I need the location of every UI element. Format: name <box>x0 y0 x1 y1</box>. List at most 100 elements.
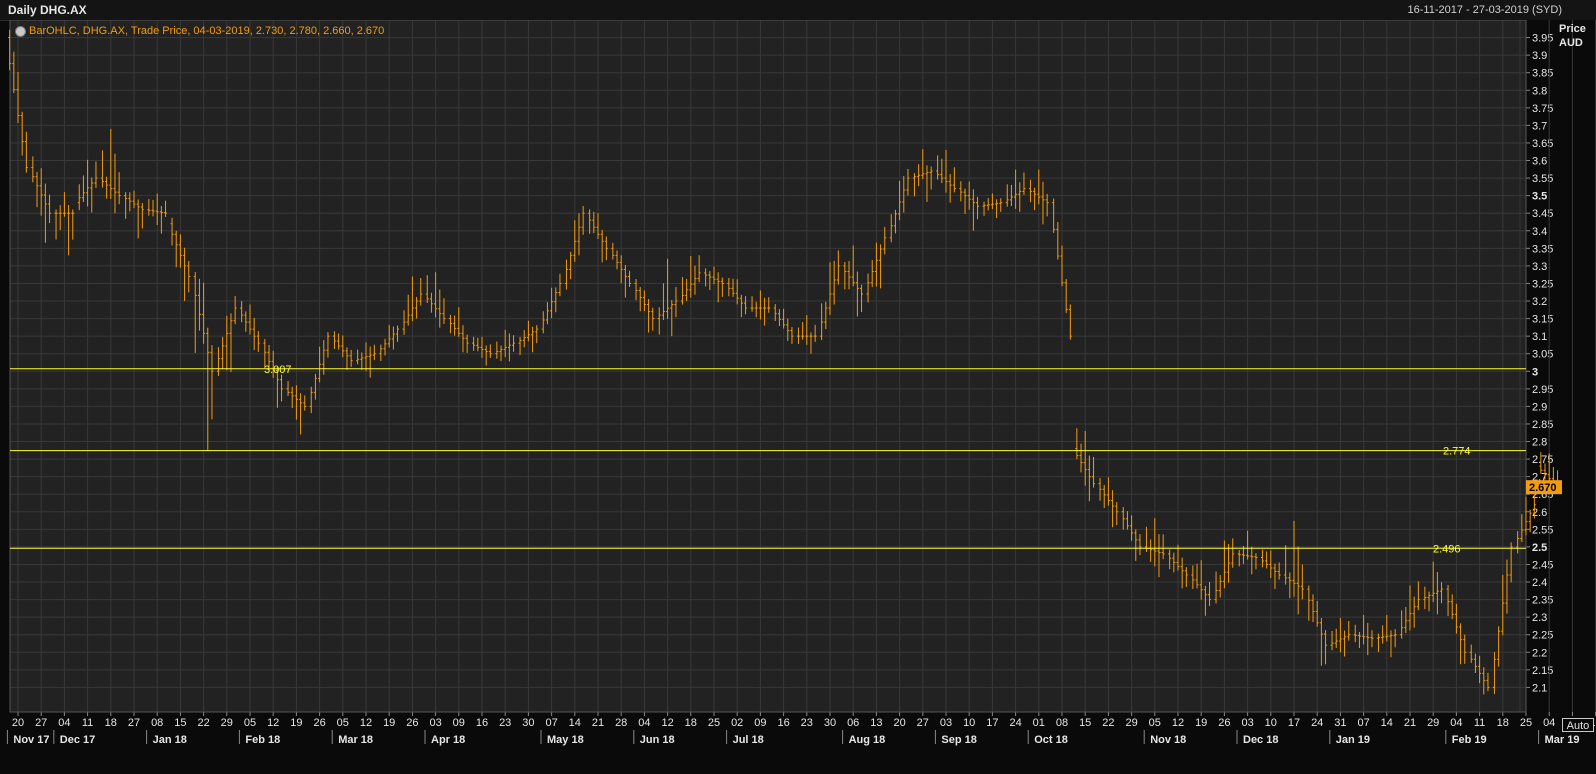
x-month-label: Apr 18 <box>431 734 465 746</box>
x-day-label: 27 <box>917 717 929 729</box>
axis-unit-line1: Price <box>1559 23 1586 35</box>
x-month-label: Jan 18 <box>153 734 187 746</box>
x-day-label: 04 <box>1543 717 1555 729</box>
x-day-label: 17 <box>986 717 998 729</box>
x-day-label: 04 <box>1450 717 1462 729</box>
x-day-label: 26 <box>406 717 418 729</box>
x-day-label: 26 <box>313 717 325 729</box>
y-tick-label: 3.35 <box>1532 243 1553 255</box>
y-tick-label: 3.2 <box>1532 296 1547 308</box>
x-day-label: 29 <box>1427 717 1439 729</box>
x-day-label: 22 <box>197 717 209 729</box>
legend-text: BarOHLC, DHG.AX, Trade Price, 04-03-2019… <box>29 25 385 37</box>
y-tick-label: 2.25 <box>1532 630 1553 642</box>
x-month-label: Mar 18 <box>338 734 373 746</box>
x-day-label: 31 <box>1334 717 1346 729</box>
x-month-label: Mar 19 <box>1545 734 1580 746</box>
x-month-label: Sep 18 <box>941 734 976 746</box>
y-tick-label: 2.4 <box>1532 577 1547 589</box>
date-range: 16-11-2017 - 27-03-2019 (SYD) <box>1407 4 1563 16</box>
x-day-label: 17 <box>1288 717 1300 729</box>
reference-line-label: 3.007 <box>264 364 292 376</box>
x-day-label: 05 <box>337 717 349 729</box>
series-legend[interactable]: BarOHLC, DHG.AX, Trade Price, 04-03-2019… <box>15 24 384 38</box>
x-day-label: 13 <box>870 717 882 729</box>
x-day-label: 14 <box>569 717 581 729</box>
x-day-label: 28 <box>615 717 627 729</box>
y-tick-label: 2.3 <box>1532 612 1547 624</box>
x-day-label: 18 <box>685 717 697 729</box>
x-day-label: 15 <box>174 717 186 729</box>
x-day-label: 20 <box>12 717 24 729</box>
y-tick-label: 3.75 <box>1532 103 1553 115</box>
x-day-label: 14 <box>1381 717 1393 729</box>
x-month-label: Aug 18 <box>849 734 886 746</box>
x-day-label: 15 <box>1079 717 1091 729</box>
axis-unit-label: Price AUD <box>1559 22 1593 50</box>
y-tick-label: 3 <box>1532 366 1538 378</box>
x-day-label: 24 <box>1311 717 1323 729</box>
x-day-label: 21 <box>1404 717 1416 729</box>
x-day-label: 09 <box>754 717 766 729</box>
x-day-label: 30 <box>824 717 836 729</box>
y-tick-label: 3.05 <box>1532 349 1553 361</box>
x-day-label: 27 <box>128 717 140 729</box>
x-day-label: 03 <box>1241 717 1253 729</box>
y-tick-label: 2.55 <box>1532 524 1553 536</box>
axis-unit-line2: AUD <box>1559 37 1583 49</box>
x-month-label: Jan 19 <box>1336 734 1370 746</box>
x-day-label: 11 <box>82 717 93 729</box>
y-tick-label: 3.7 <box>1532 120 1547 132</box>
x-day-label: 10 <box>1265 717 1277 729</box>
x-day-label: 24 <box>1009 717 1021 729</box>
x-day-label: 08 <box>1056 717 1068 729</box>
y-tick-label: 3.8 <box>1532 85 1547 97</box>
y-tick-label: 2.9 <box>1532 401 1547 413</box>
x-month-label: Oct 18 <box>1034 734 1068 746</box>
x-day-label: 03 <box>940 717 952 729</box>
y-tick-label: 2.85 <box>1532 419 1553 431</box>
y-tick-label: 2.1 <box>1532 682 1547 694</box>
x-day-label: 11 <box>1474 717 1485 729</box>
price-chart[interactable]: 2.12.152.22.252.32.352.42.452.52.552.62.… <box>0 20 1596 774</box>
x-day-label: 20 <box>893 717 905 729</box>
x-day-label: 10 <box>963 717 975 729</box>
x-day-label: 02 <box>731 717 743 729</box>
x-day-label: 16 <box>777 717 789 729</box>
y-tick-label: 3.5 <box>1532 191 1547 203</box>
series-settings-icon[interactable] <box>15 25 26 37</box>
y-tick-label: 2.35 <box>1532 595 1553 607</box>
x-day-label: 04 <box>638 717 650 729</box>
y-tick-label: 3.6 <box>1532 156 1547 168</box>
x-day-label: 26 <box>1218 717 1230 729</box>
x-day-label: 16 <box>476 717 488 729</box>
y-tick-label: 3.9 <box>1532 50 1547 62</box>
x-day-label: 29 <box>1125 717 1137 729</box>
x-day-label: 06 <box>847 717 859 729</box>
x-day-label: 27 <box>35 717 47 729</box>
x-day-label: 19 <box>290 717 302 729</box>
x-month-label: Jun 18 <box>640 734 675 746</box>
reference-line-label: 2.496 <box>1433 543 1461 555</box>
x-day-label: 30 <box>522 717 534 729</box>
y-tick-label: 3.25 <box>1532 278 1553 290</box>
x-month-label: Dec 17 <box>60 734 95 746</box>
auto-scale-button[interactable]: Auto <box>1562 718 1594 732</box>
y-tick-label: 3.85 <box>1532 68 1553 80</box>
y-tick-label: 3.4 <box>1532 226 1547 238</box>
y-tick-label: 2.45 <box>1532 559 1553 571</box>
x-month-label: May 18 <box>547 734 584 746</box>
y-tick-label: 3.95 <box>1532 33 1553 45</box>
y-tick-label: 2.8 <box>1532 437 1547 449</box>
x-day-label: 03 <box>429 717 441 729</box>
reference-line-label: 2.774 <box>1443 446 1471 458</box>
x-month-label: Nov 17 <box>13 734 49 746</box>
x-day-label: 22 <box>1102 717 1114 729</box>
x-day-label: 01 <box>1033 717 1045 729</box>
y-tick-label: 2.75 <box>1532 454 1553 466</box>
x-day-label: 05 <box>1149 717 1161 729</box>
title-bar: Daily DHG.AX 16-11-2017 - 27-03-2019 (SY… <box>0 0 1596 21</box>
x-day-label: 25 <box>1520 717 1532 729</box>
chart-title: Daily DHG.AX <box>8 3 87 17</box>
x-day-label: 21 <box>592 717 604 729</box>
